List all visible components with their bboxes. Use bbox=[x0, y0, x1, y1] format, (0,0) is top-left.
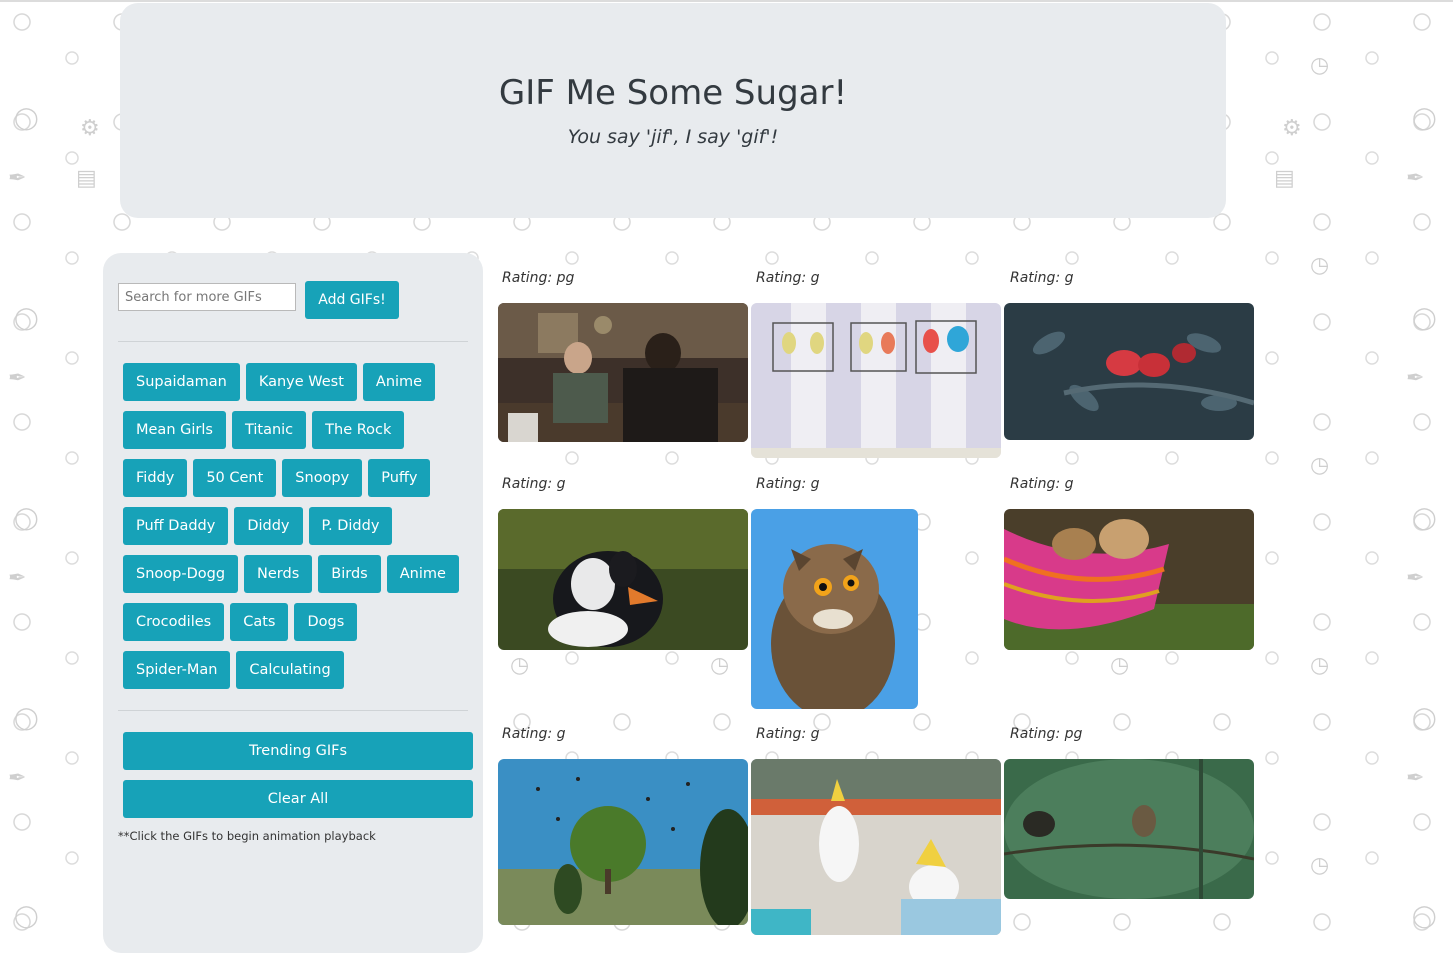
trending-gifs-button[interactable]: Trending GIFs bbox=[123, 732, 473, 770]
topic-button[interactable]: P. Diddy bbox=[308, 507, 393, 545]
brush-icon: ✒ bbox=[1406, 166, 1425, 191]
gif-rating: Rating: g bbox=[756, 726, 820, 742]
clock-icon: ◷ bbox=[1310, 53, 1330, 78]
lightbulb-icon: ◯ bbox=[1412, 904, 1437, 929]
topic-button[interactable]: Dogs bbox=[294, 603, 358, 641]
topic-button[interactable]: Cats bbox=[230, 603, 289, 641]
lightbulb-icon: ◯ bbox=[14, 706, 39, 731]
topic-button[interactable]: Nerds bbox=[244, 555, 313, 593]
brush-icon: ✒ bbox=[8, 566, 27, 591]
gif-rating: Rating: pg bbox=[1010, 726, 1083, 742]
gif-image[interactable] bbox=[1004, 509, 1254, 650]
clock-icon: ◷ bbox=[1310, 853, 1330, 878]
gif-image[interactable] bbox=[498, 759, 748, 925]
gif-rating: Rating: g bbox=[756, 270, 820, 286]
clear-all-button[interactable]: Clear All bbox=[123, 780, 473, 818]
topic-button[interactable]: Snoop-Dogg bbox=[123, 555, 239, 593]
topic-button[interactable]: Crocodiles bbox=[123, 603, 225, 641]
key-icon: ⚙ bbox=[80, 116, 100, 141]
topic-button[interactable]: Puff Daddy bbox=[123, 507, 229, 545]
clock-icon: ◷ bbox=[710, 653, 730, 678]
divider bbox=[118, 710, 468, 711]
brush-icon: ✒ bbox=[8, 366, 27, 391]
gif-image[interactable] bbox=[751, 303, 1001, 458]
lightbulb-icon: ◯ bbox=[1412, 506, 1437, 531]
clock-icon: ◷ bbox=[1310, 453, 1330, 478]
topic-button[interactable]: Diddy bbox=[234, 507, 303, 545]
gif-image[interactable] bbox=[1004, 759, 1254, 899]
topic-buttons: Supaidaman Kanye West AnimeMean Girls Titan… bbox=[123, 363, 473, 699]
topic-button[interactable]: Snoopy bbox=[282, 459, 363, 497]
brush-icon: ✒ bbox=[1406, 566, 1425, 591]
lightbulb-icon: ◯ bbox=[1412, 306, 1437, 331]
lightbulb-icon: ◯ bbox=[1412, 106, 1437, 131]
clock-icon: ◷ bbox=[1310, 253, 1330, 278]
gif-rating: Rating: g bbox=[1010, 476, 1074, 492]
key-icon: ⚙ bbox=[1282, 116, 1302, 141]
gif-rating: Rating: g bbox=[756, 476, 820, 492]
topic-button[interactable]: Titanic bbox=[231, 411, 307, 449]
top-border bbox=[0, 0, 1453, 2]
clock-icon: ◷ bbox=[510, 653, 530, 678]
sidebar-panel: Add GIFs! SupaidamanKanye WestAnimeMean … bbox=[103, 253, 483, 953]
printer-icon: ▤ bbox=[1274, 166, 1295, 191]
lightbulb-icon: ◯ bbox=[1412, 706, 1437, 731]
topic-button[interactable]: Mean Girls bbox=[123, 411, 226, 449]
add-gifs-button[interactable]: Add GIFs! bbox=[305, 281, 399, 319]
gif-image[interactable] bbox=[498, 303, 748, 442]
topic-button[interactable]: Calculating bbox=[236, 651, 344, 689]
brush-icon: ✒ bbox=[1406, 366, 1425, 391]
brush-icon: ✒ bbox=[1406, 766, 1425, 791]
gif-rating: Rating: pg bbox=[502, 270, 575, 286]
lightbulb-icon: ◯ bbox=[14, 904, 39, 929]
topic-button[interactable]: Spider-Man bbox=[123, 651, 231, 689]
clock-icon: ◷ bbox=[1310, 653, 1330, 678]
lightbulb-icon: ◯ bbox=[14, 306, 39, 331]
clock-icon: ◷ bbox=[1110, 653, 1130, 678]
lightbulb-icon: ◯ bbox=[14, 106, 39, 131]
lightbulb-icon: ◯ bbox=[14, 506, 39, 531]
gif-image[interactable] bbox=[498, 509, 748, 650]
topic-button[interactable]: The Rock bbox=[312, 411, 405, 449]
page-title: GIF Me Some Sugar! bbox=[498, 73, 848, 113]
header-jumbotron: GIF Me Some Sugar! You say 'jif', I say … bbox=[120, 3, 1226, 218]
brush-icon: ✒ bbox=[8, 766, 27, 791]
gif-image[interactable] bbox=[1004, 303, 1254, 440]
topic-button[interactable]: Anime bbox=[362, 363, 436, 401]
topic-button[interactable]: 50 Cent bbox=[193, 459, 277, 497]
gif-rating: Rating: g bbox=[502, 726, 566, 742]
gif-rating: Rating: g bbox=[502, 476, 566, 492]
topic-button[interactable]: Supaidaman bbox=[123, 363, 240, 401]
topic-button[interactable]: Birds bbox=[318, 555, 381, 593]
printer-icon: ▤ bbox=[76, 166, 97, 191]
brush-icon: ✒ bbox=[8, 166, 27, 191]
gif-rating: Rating: g bbox=[1010, 270, 1074, 286]
gif-image[interactable] bbox=[751, 509, 918, 709]
playback-hint: **Click the GIFs to begin animation play… bbox=[118, 829, 376, 843]
topic-button[interactable]: Anime bbox=[386, 555, 459, 593]
topic-button[interactable]: Kanye West bbox=[245, 363, 357, 401]
topic-button[interactable]: Fiddy bbox=[123, 459, 188, 497]
divider bbox=[118, 341, 468, 342]
page-subtitle: You say 'jif', I say 'gif'! bbox=[567, 126, 779, 148]
topic-button[interactable]: Puffy bbox=[368, 459, 431, 497]
gif-image[interactable] bbox=[751, 759, 1001, 935]
search-input[interactable] bbox=[118, 283, 296, 311]
